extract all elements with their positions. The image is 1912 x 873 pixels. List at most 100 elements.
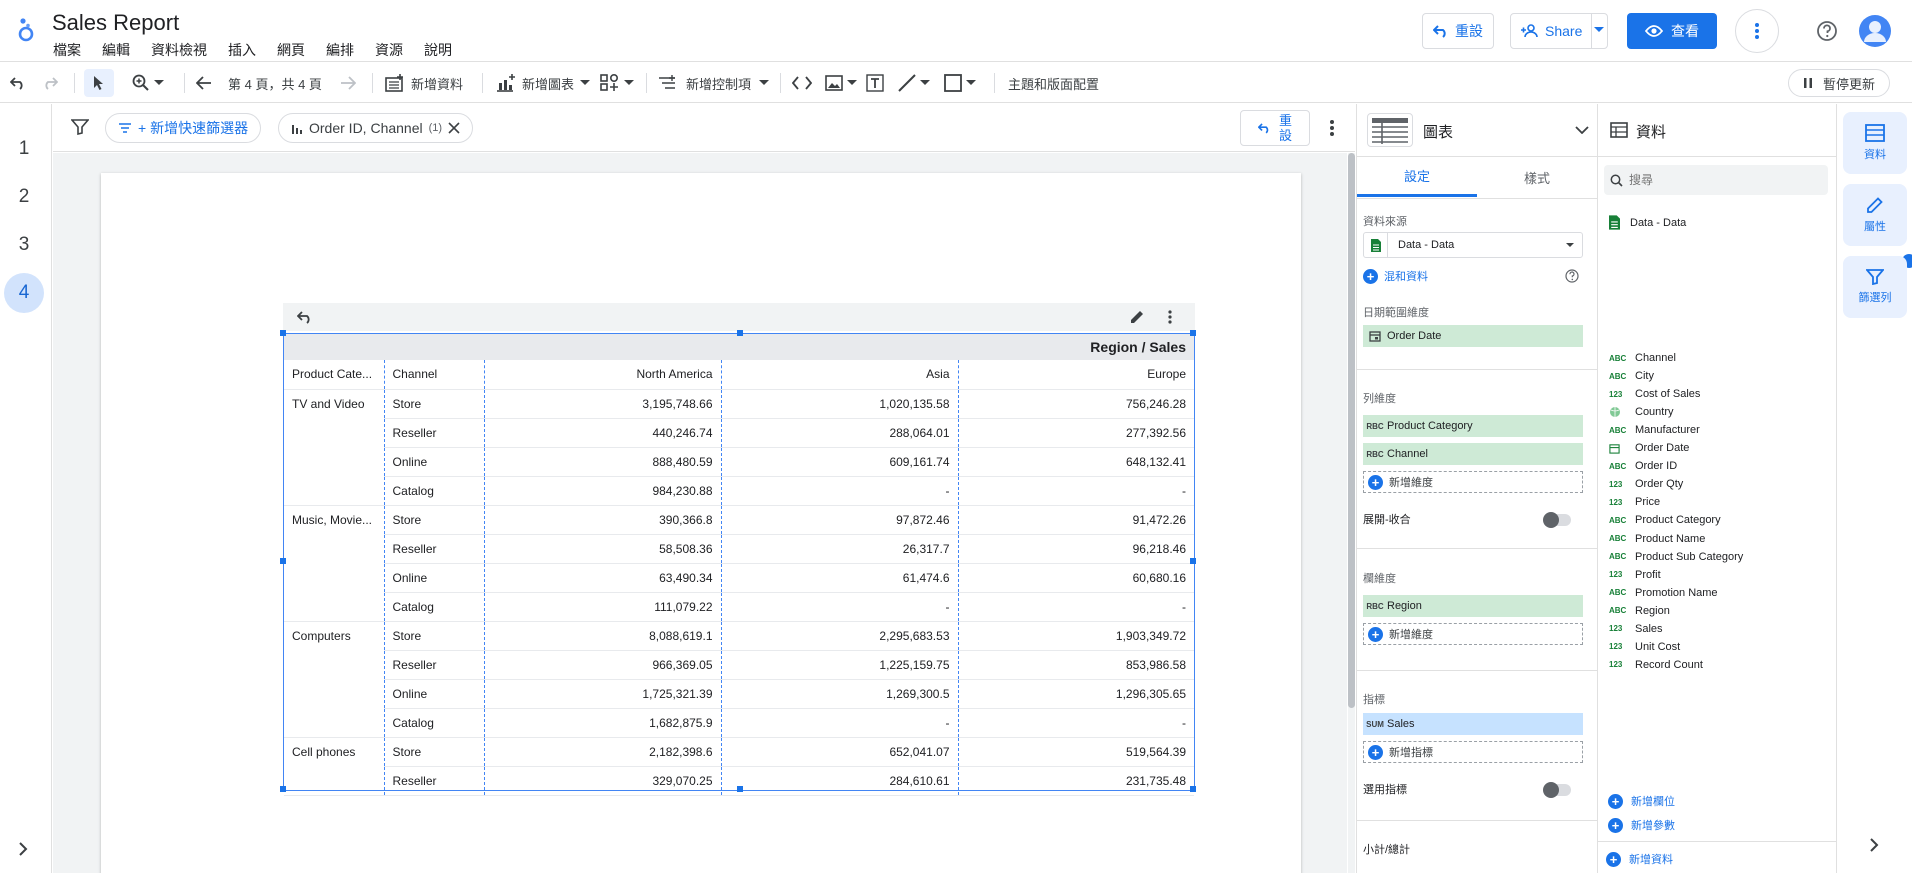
- table-row[interactable]: Catalog 1,682,875.9- -: [284, 708, 1194, 738]
- page-1[interactable]: 1: [4, 129, 44, 169]
- column-header-category[interactable]: Product Cate...: [284, 360, 385, 390]
- field-item[interactable]: 123 Cost of Sales: [1609, 385, 1700, 403]
- tab-style[interactable]: 樣式: [1477, 157, 1597, 197]
- undo-button[interactable]: [10, 63, 26, 103]
- blend-data-link[interactable]: + 混和資料: [1363, 268, 1428, 284]
- help-icon[interactable]: [1565, 269, 1579, 283]
- field-item[interactable]: Country: [1609, 403, 1674, 421]
- expand-collapse-toggle[interactable]: [1543, 512, 1571, 528]
- table-row[interactable]: Reseller 966,369.05 1,225,159.75 853,986.58: [284, 650, 1194, 680]
- chart-more-icon[interactable]: [1168, 310, 1172, 324]
- rail-data-tab[interactable]: 資料: [1843, 112, 1907, 174]
- column-header-europe[interactable]: Europe: [958, 360, 1194, 390]
- table-row[interactable]: Online 1,725,321.39 1,269,300.5 1,296,305.6…: [284, 679, 1194, 709]
- embed-url-button[interactable]: [792, 63, 812, 103]
- share-dropdown-icon[interactable]: [1594, 27, 1604, 33]
- column-dimension-region[interactable]: RBC Region: [1363, 595, 1583, 617]
- page-2[interactable]: 2: [4, 177, 44, 217]
- field-item[interactable]: ABC Product Category: [1609, 511, 1721, 529]
- row-dimension-product-category[interactable]: RBC Product Category: [1363, 415, 1583, 437]
- table-row[interactable]: Cell phones Store 2,182,398.6 652,041.07 519…: [284, 737, 1194, 767]
- collapse-panel-icon[interactable]: [1869, 838, 1879, 852]
- add-data-footer-button[interactable]: + 新增資料: [1606, 851, 1673, 867]
- menu-resource[interactable]: 資源: [375, 40, 403, 60]
- add-column-dimension-button[interactable]: + 新增維度: [1363, 623, 1583, 645]
- table-row[interactable]: Reseller 58,508.36 26,317.7 96,218.46: [284, 534, 1194, 564]
- add-field-button[interactable]: + 新增欄位: [1608, 793, 1675, 809]
- menu-page[interactable]: 網頁: [277, 40, 305, 60]
- field-item[interactable]: 123 Profit: [1609, 566, 1661, 584]
- page-4-active[interactable]: 4: [4, 273, 44, 313]
- line-button[interactable]: [898, 63, 930, 103]
- field-item[interactable]: ABC Order ID: [1609, 457, 1677, 475]
- table-row[interactable]: TV and Video Store 3,195,748.66 1,020,135.5…: [284, 389, 1194, 419]
- field-item[interactable]: ABC Promotion Name: [1609, 584, 1718, 602]
- field-item[interactable]: 123 Sales: [1609, 620, 1663, 638]
- view-button[interactable]: 查看: [1627, 13, 1717, 49]
- more-options-icon[interactable]: [1735, 9, 1779, 53]
- select-tool[interactable]: [84, 69, 114, 97]
- field-item[interactable]: 123 Order Qty: [1609, 475, 1683, 493]
- field-item[interactable]: ABC City: [1609, 367, 1654, 385]
- add-parameter-button[interactable]: + 新增參數: [1608, 817, 1675, 833]
- page-3[interactable]: 3: [4, 225, 44, 265]
- field-item[interactable]: ABC Product Name: [1609, 530, 1705, 548]
- field-item[interactable]: ABC Channel: [1609, 349, 1676, 367]
- row-dimension-channel[interactable]: RBC Channel: [1363, 443, 1583, 465]
- next-page-button[interactable]: [340, 63, 356, 103]
- image-button[interactable]: [825, 63, 857, 103]
- theme-layout-button[interactable]: 主題和版面配置: [1008, 63, 1099, 103]
- metric-sales[interactable]: SUM Sales: [1363, 713, 1583, 735]
- looker-studio-logo[interactable]: [16, 16, 36, 42]
- reset-button[interactable]: 重設: [1422, 13, 1494, 49]
- text-button[interactable]: [866, 63, 884, 103]
- zoom-button[interactable]: [132, 63, 164, 103]
- chart-undo-icon[interactable]: [297, 310, 313, 324]
- tab-setup[interactable]: 設定: [1357, 157, 1477, 197]
- data-source-item[interactable]: Data - Data: [1609, 215, 1686, 230]
- field-item[interactable]: Order Date: [1609, 439, 1689, 457]
- expand-pages-icon[interactable]: [18, 842, 28, 856]
- column-header-asia[interactable]: Asia: [721, 360, 959, 390]
- field-item[interactable]: 123 Record Count: [1609, 656, 1703, 674]
- table-row[interactable]: Music, Movie... Store 390,366.8 97,872.46 91…: [284, 505, 1194, 535]
- add-row-dimension-button[interactable]: + 新增維度: [1363, 471, 1583, 493]
- more-vert-icon[interactable]: [1330, 120, 1334, 136]
- canvas-scrollbar[interactable]: [1348, 153, 1355, 873]
- edit-pencil-icon[interactable]: [1129, 309, 1145, 325]
- table-row[interactable]: Online 63,490.34 61,474.6 60,680.16: [284, 563, 1194, 593]
- pause-update-button[interactable]: 暫停更新: [1788, 69, 1891, 97]
- rail-properties-tab[interactable]: 屬性: [1843, 184, 1907, 246]
- field-item[interactable]: ABC Product Sub Category: [1609, 548, 1743, 566]
- menu-insert[interactable]: 插入: [228, 40, 256, 60]
- filter-icon[interactable]: [71, 119, 89, 135]
- menu-file[interactable]: 檔案: [53, 40, 81, 60]
- column-header-north-america[interactable]: North America: [484, 360, 722, 390]
- add-component-button[interactable]: [600, 63, 634, 103]
- field-item[interactable]: ABC Manufacturer: [1609, 421, 1700, 439]
- redo-button[interactable]: [42, 63, 58, 103]
- chevron-down-icon[interactable]: [1575, 126, 1589, 134]
- menu-arrange[interactable]: 編排: [326, 40, 354, 60]
- column-header-channel[interactable]: Channel: [384, 360, 485, 390]
- filter-reset-button[interactable]: 重設: [1240, 110, 1310, 146]
- field-item[interactable]: ABC Region: [1609, 602, 1670, 620]
- field-item[interactable]: 123 Price: [1609, 493, 1660, 511]
- add-metric-button[interactable]: + 新增指標: [1363, 741, 1583, 763]
- help-icon[interactable]: [1816, 20, 1838, 42]
- pivot-table-chart-icon[interactable]: [1367, 113, 1413, 147]
- field-search-input[interactable]: [1629, 173, 1809, 187]
- report-title[interactable]: Sales Report: [52, 10, 179, 36]
- previous-page-button[interactable]: [196, 63, 212, 103]
- rail-filter-tab[interactable]: 篩選列: [1843, 256, 1907, 318]
- add-chart-button[interactable]: 新增圖表: [496, 63, 591, 103]
- table-row[interactable]: Computers Store 8,088,619.1 2,295,683.53 1,9…: [284, 621, 1194, 651]
- field-search-box[interactable]: [1604, 165, 1828, 195]
- shape-button[interactable]: [944, 63, 976, 103]
- add-control-button[interactable]: 新增控制項: [658, 63, 770, 103]
- date-range-dimension[interactable]: Order Date: [1363, 325, 1583, 347]
- menu-view[interactable]: 資料檢視: [151, 40, 207, 60]
- table-row[interactable]: Catalog 984,230.88- -: [284, 476, 1194, 506]
- table-row[interactable]: Catalog 111,079.22- -: [284, 592, 1194, 622]
- filter-chip-order-channel[interactable]: Order ID, Channel (1): [278, 113, 474, 143]
